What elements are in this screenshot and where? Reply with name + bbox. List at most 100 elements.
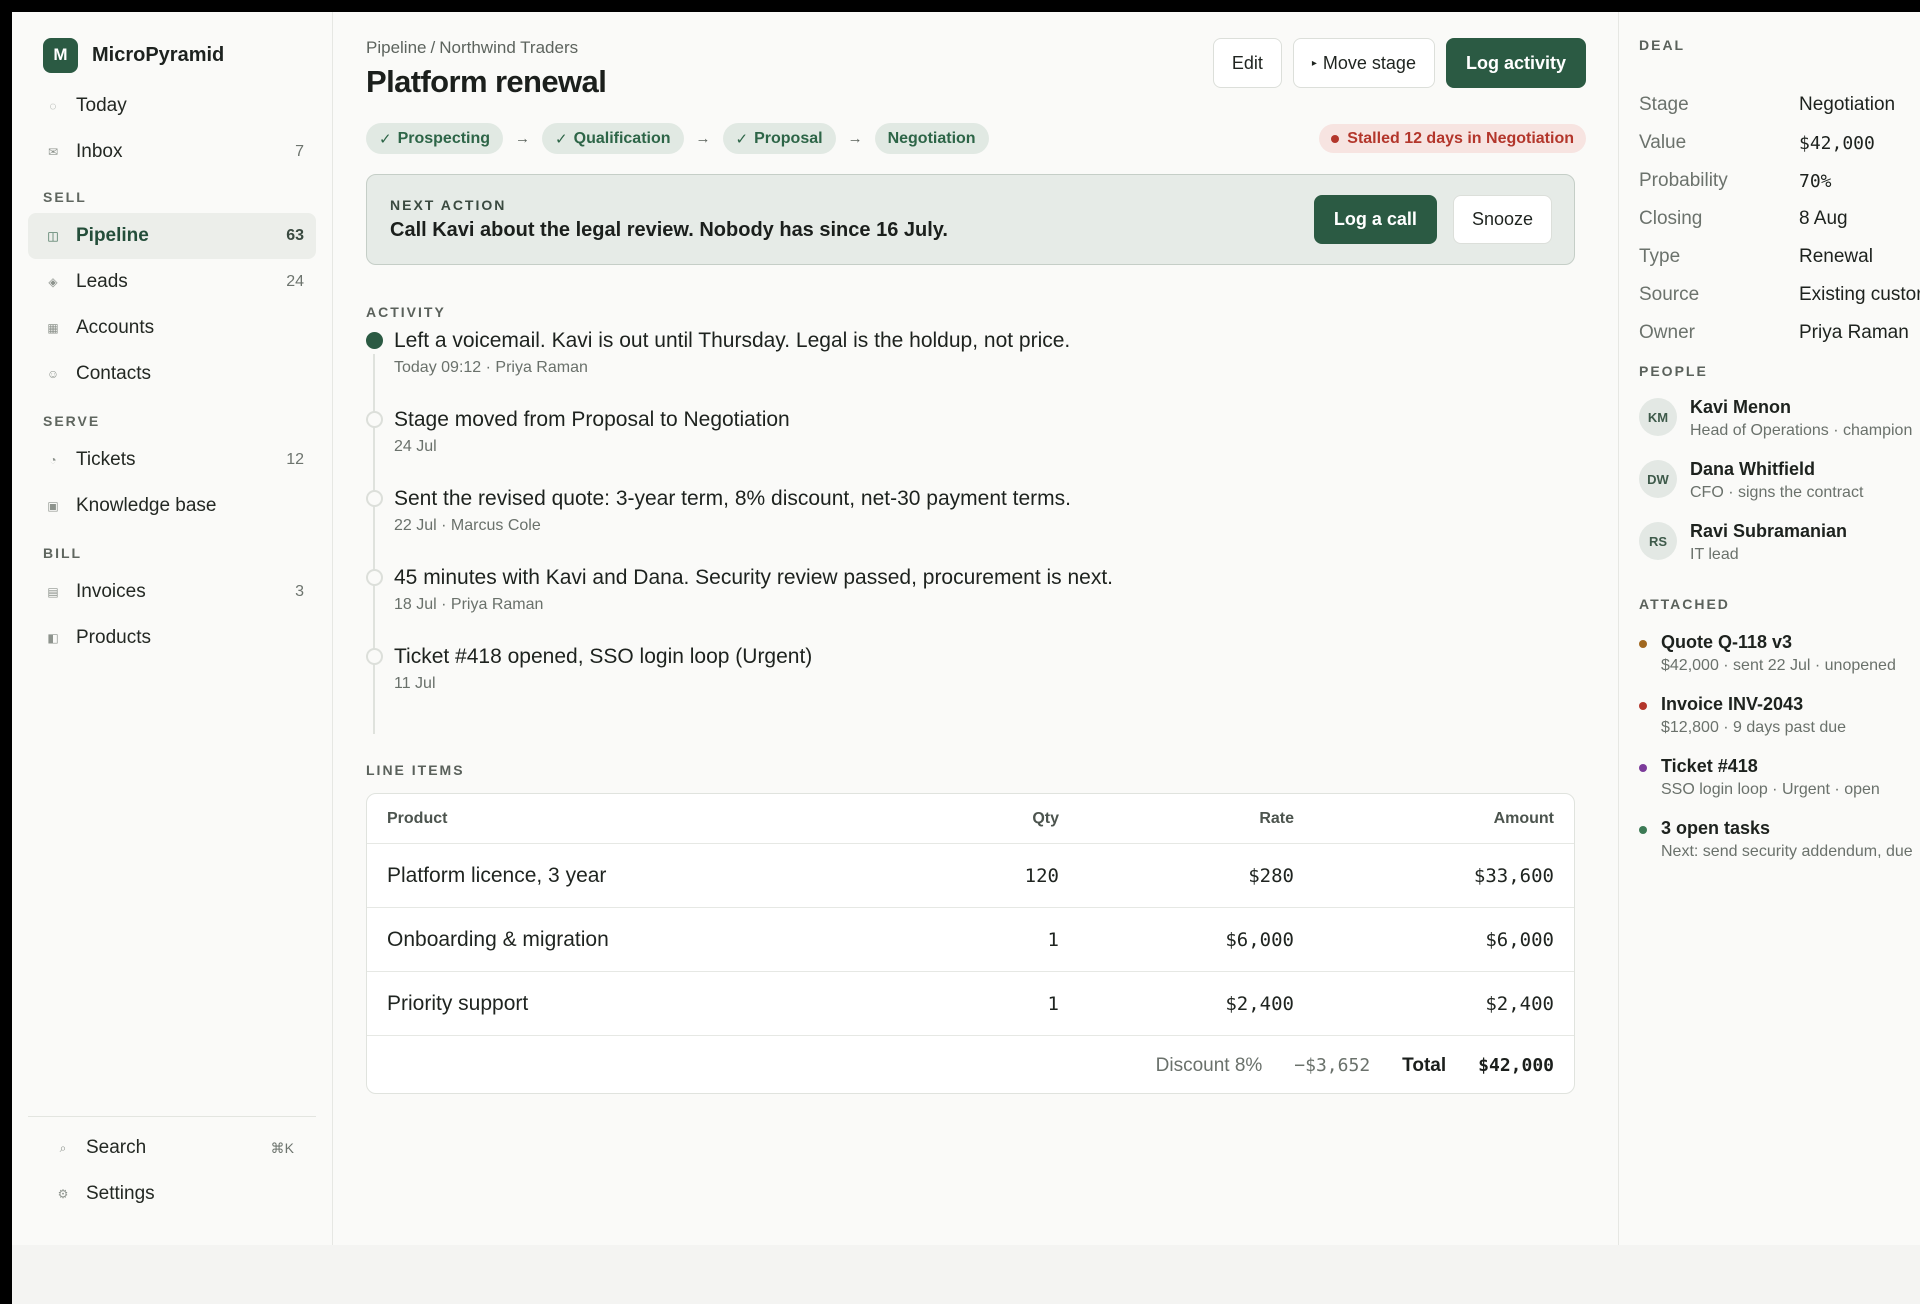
attached-item[interactable]: Quote Q-118 v3 $42,000 · sent 22 Jul · u… — [1639, 632, 1920, 694]
activity-title: ACTIVITY — [366, 304, 446, 320]
person-item[interactable]: RS Ravi Subramanian IT lead — [1639, 521, 1920, 583]
nav-item-knowledge-base[interactable]: ▣ Knowledge base — [28, 483, 316, 529]
nav-item-accounts[interactable]: ▦ Accounts — [28, 305, 316, 351]
column-header-product: Product — [387, 809, 448, 827]
nav-item-invoices[interactable]: ▤ Invoices 3 — [28, 569, 316, 615]
next-action-card: NEXT ACTION Call Kavi about the legal re… — [366, 174, 1575, 265]
deal-field-closing: Closing 8 Aug — [1639, 200, 1920, 238]
table-footer: Discount 8% −$3,652 Total $42,000 — [367, 1036, 1574, 1093]
nav-item-label: Search — [86, 1137, 147, 1158]
breadcrumb-current: Northwind Traders — [439, 38, 579, 57]
activity-meta: 18 Jul · Priya Raman — [394, 596, 544, 613]
field-value[interactable]: 70% — [1799, 171, 1832, 192]
stage-pill-proposal[interactable]: ✓ Proposal — [722, 123, 836, 154]
stage-label: Negotiation — [887, 129, 976, 147]
status-dot-icon — [1639, 826, 1647, 834]
inbox-icon: ✉ — [47, 145, 59, 159]
brand[interactable]: M MicroPyramid — [28, 37, 316, 73]
log-activity-button[interactable]: Log activity — [1445, 38, 1586, 88]
stage-pill-prospecting[interactable]: ✓ Prospecting — [366, 123, 504, 154]
activity-text: 45 minutes with Kavi and Dana. Security … — [394, 566, 1114, 589]
next-action-text: NEXT ACTION Call Kavi about the legal re… — [390, 197, 1296, 242]
attached-subtitle: SSO login loop · Urgent · open — [1661, 781, 1880, 798]
attached-info: 3 open tasks Next: send security addendu… — [1661, 818, 1913, 880]
attached-item[interactable]: 3 open tasks Next: send security addendu… — [1639, 818, 1920, 880]
status-dot-icon — [1639, 640, 1647, 648]
field-value[interactable]: Priya Raman — [1799, 322, 1909, 344]
move-stage-button[interactable]: ▸ Move stage — [1292, 38, 1435, 88]
nav-item-tickets[interactable]: ◔ Tickets 12 — [28, 437, 316, 483]
nav-item-label: Contacts — [76, 363, 151, 384]
nav-item-count: 3 — [295, 583, 304, 600]
attached-item[interactable]: Ticket #418 SSO login loop · Urgent · op… — [1639, 756, 1920, 818]
attached-title-text: Ticket #418 — [1661, 756, 1758, 776]
nav-sell: ◫ Pipeline 63 ◈ Leads 24 ▦ Accounts ☺ Co… — [28, 213, 316, 397]
stalled-badge: Stalled 12 days in Negotiation — [1319, 124, 1586, 153]
attached-info: Quote Q-118 v3 $42,000 · sent 22 Jul · u… — [1661, 632, 1896, 694]
activity-meta: Today 09:12 · Priya Raman — [394, 359, 588, 376]
deal-field-probability: Probability 70% — [1639, 162, 1920, 200]
attached-title-text: 3 open tasks — [1661, 818, 1771, 838]
nav-item-search[interactable]: ⌕ Search ⌘K — [28, 1125, 316, 1171]
keyboard-shortcut: ⌘K — [270, 1139, 294, 1156]
nav-item-label: Products — [76, 627, 151, 648]
nav-item-count: 63 — [286, 227, 304, 244]
attached-title-text: Quote Q-118 v3 — [1661, 632, 1793, 652]
people-list: KM Kavi Menon Head of Operations · champ… — [1639, 397, 1920, 583]
field-value[interactable]: $42,000 — [1799, 133, 1875, 154]
activity-item[interactable]: Sent the revised quote: 3-year term, 8% … — [366, 486, 1575, 565]
nav-section-sell: SELL — [43, 189, 87, 205]
attached-subtitle: $42,000 · sent 22 Jul · unopened — [1661, 657, 1896, 674]
activity-item[interactable]: Ticket #418 opened, SSO login loop (Urge… — [366, 644, 1575, 723]
stage-progress: ✓ Prospecting → ✓ Qualification → ✓ Prop… — [366, 123, 989, 154]
activity-text: Left a voicemail. Kavi is out until Thur… — [394, 329, 1071, 352]
cell-product: Priority support — [387, 991, 529, 1015]
stage-pill-qualification[interactable]: ✓ Qualification — [542, 123, 684, 154]
brand-name: MicroPyramid — [92, 43, 225, 66]
edit-button[interactable]: Edit — [1212, 38, 1282, 88]
cell-rate: $2,400 — [1225, 992, 1294, 1015]
attached-subtitle: Next: send security addendum, due — [1661, 843, 1913, 860]
person-info: Dana Whitfield CFO · signs the contract — [1690, 459, 1863, 521]
products-icon: ◧ — [47, 631, 59, 645]
column-header-rate: Rate — [1259, 809, 1294, 827]
table-row[interactable]: Platform licence, 3 year 120 $280 $33,60… — [367, 844, 1574, 908]
sidebar: M MicroPyramid ◌ Today ✉ Inbox 7 SELL ◫ … — [12, 12, 333, 1245]
snooze-button[interactable]: Snooze — [1452, 195, 1552, 244]
leads-icon: ◈ — [48, 275, 58, 289]
person-item[interactable]: DW Dana Whitfield CFO · signs the contra… — [1639, 459, 1920, 521]
nav-item-products[interactable]: ◧ Products — [28, 615, 316, 661]
gear-icon: ⚙ — [57, 1187, 69, 1201]
field-value[interactable]: Negotiation — [1799, 94, 1895, 116]
attached-item[interactable]: Invoice INV-2043 $12,800 · 9 days past d… — [1639, 694, 1920, 756]
nav-item-settings[interactable]: ⚙ Settings — [28, 1171, 316, 1217]
cell-product: Onboarding & migration — [387, 927, 609, 951]
table-row[interactable]: Onboarding & migration 1 $6,000 $6,000 — [367, 908, 1574, 972]
activity-item[interactable]: Left a voicemail. Kavi is out until Thur… — [366, 328, 1575, 407]
person-item[interactable]: KM Kavi Menon Head of Operations · champ… — [1639, 397, 1920, 459]
check-icon: ✓ — [379, 130, 392, 148]
nav-item-leads[interactable]: ◈ Leads 24 — [28, 259, 316, 305]
nav-item-pipeline[interactable]: ◫ Pipeline 63 — [28, 213, 316, 259]
arrow-right-icon: → — [695, 130, 711, 147]
breadcrumb-pipeline[interactable]: Pipeline — [366, 38, 427, 57]
field-value[interactable]: Existing custor — [1799, 284, 1920, 306]
stage-label: Prospecting — [397, 129, 491, 147]
field-key: Closing — [1639, 208, 1703, 229]
field-value[interactable]: Renewal — [1799, 246, 1873, 268]
nav-item-inbox[interactable]: ✉ Inbox 7 — [28, 129, 316, 175]
app-window: M MicroPyramid ◌ Today ✉ Inbox 7 SELL ◫ … — [12, 12, 1920, 1245]
activity-meta: 24 Jul — [394, 438, 437, 455]
stage-pill-negotiation[interactable]: Negotiation — [874, 123, 989, 154]
activity-meta: 11 Jul — [394, 675, 436, 692]
nav-item-contacts[interactable]: ☺ Contacts — [28, 351, 316, 397]
log-a-call-button[interactable]: Log a call — [1313, 195, 1437, 244]
stage-label: Proposal — [754, 129, 823, 147]
field-value[interactable]: 8 Aug — [1799, 208, 1848, 230]
activity-item[interactable]: 45 minutes with Kavi and Dana. Security … — [366, 565, 1575, 644]
table-row[interactable]: Priority support 1 $2,400 $2,400 — [367, 972, 1574, 1036]
deal-field-value: Value $42,000 — [1639, 124, 1920, 162]
nav-item-today[interactable]: ◌ Today — [28, 83, 316, 129]
activity-item[interactable]: Stage moved from Proposal to Negotiation… — [366, 407, 1575, 486]
person-info: Kavi Menon Head of Operations · champion — [1690, 397, 1912, 459]
